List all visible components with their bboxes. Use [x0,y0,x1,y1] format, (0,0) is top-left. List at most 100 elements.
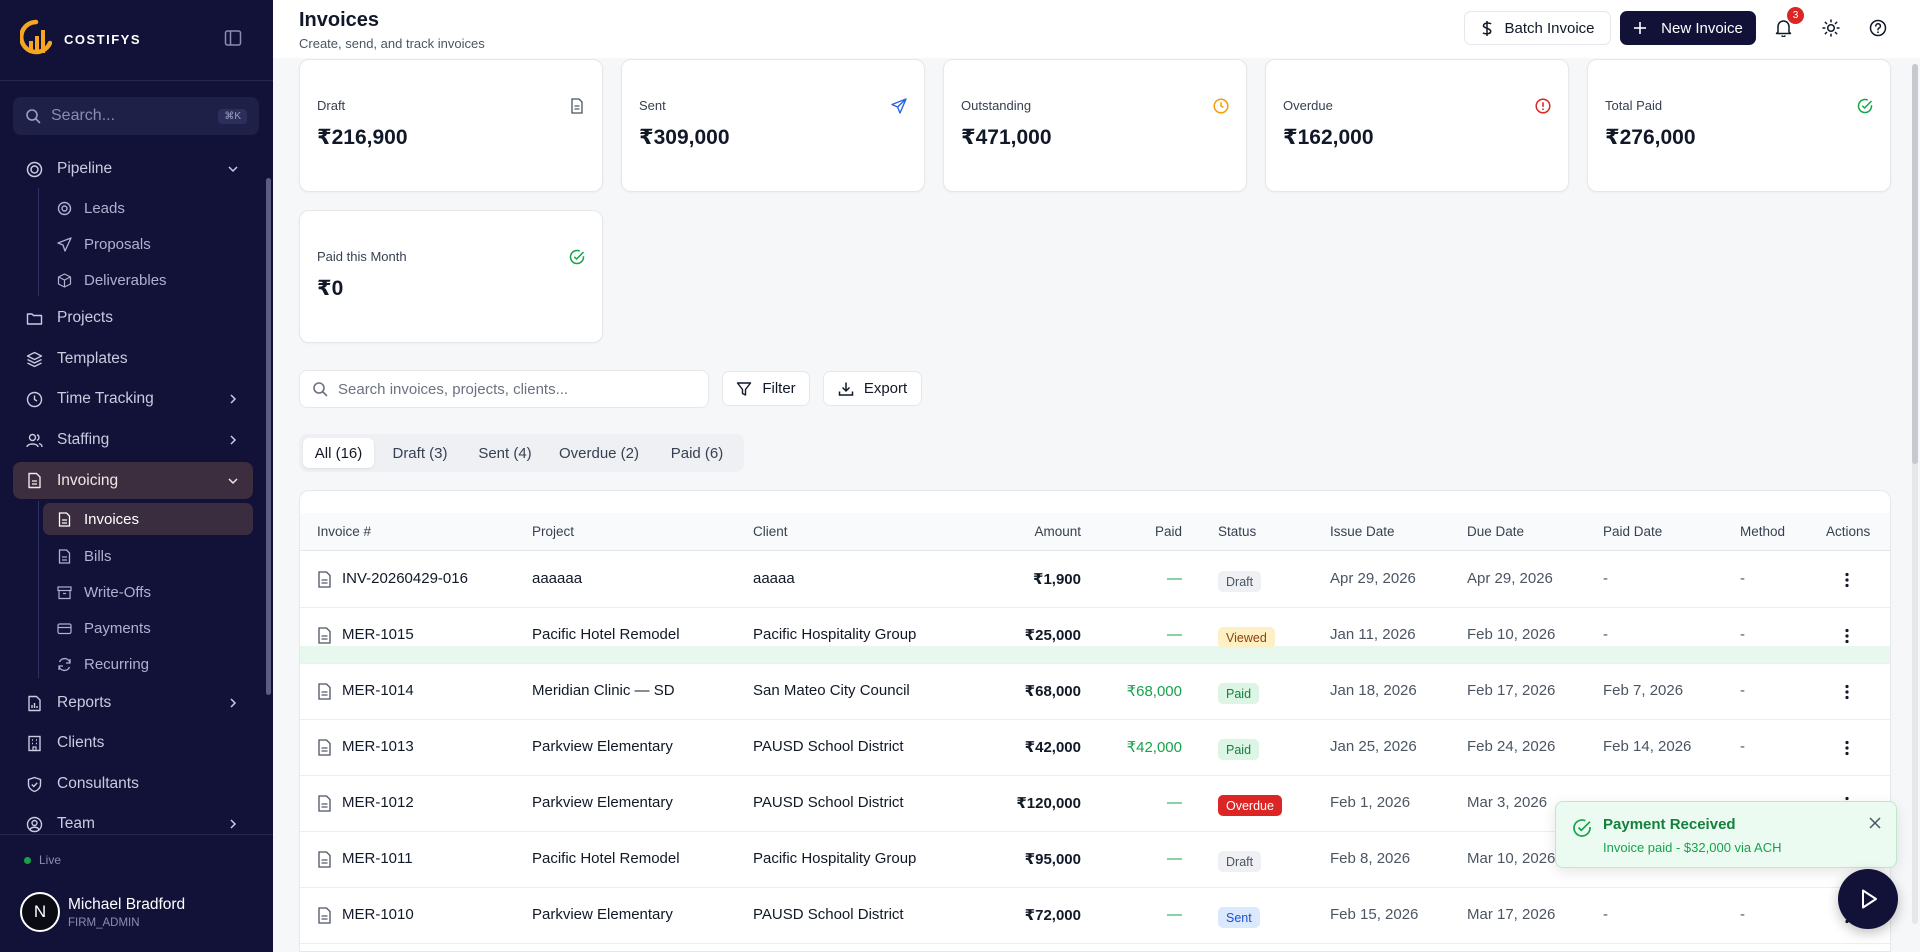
sidebar-item-templates[interactable]: Templates [13,341,253,377]
clock-icon [1213,98,1229,114]
amount-cell: ₹25,000 [1024,627,1081,644]
status-badge: Paid [1218,683,1260,704]
column-header[interactable]: Amount [1034,524,1081,539]
more-vertical-icon[interactable] [1839,683,1855,701]
sidebar-item-clients[interactable]: Clients [13,725,253,761]
paid-cell: ₹68,000 [1126,683,1182,700]
chevron-right-icon [230,819,237,829]
sidebar-item-label: Reports [57,694,112,711]
paid-cell: — [1167,850,1182,867]
column-header[interactable]: Client [753,524,788,539]
filter-button[interactable]: Filter [722,371,810,406]
file-icon [571,98,583,114]
sidebar-item-invoices[interactable]: Invoices [43,503,253,535]
export-button[interactable]: Export [823,371,922,406]
tab-overdue[interactable]: Overdue (2) [549,438,649,468]
tab-draft[interactable]: Draft (3) [379,438,461,468]
sidebar-item-deliverables[interactable]: Deliverables [43,264,253,296]
status-tabs: All (16) Draft (3) Sent (4) Overdue (2) … [299,434,744,472]
stat-card-draft[interactable]: Draft ₹216,900 [299,59,603,192]
app: COSTIFYS Search... ⌘K Pipeline Leads Pro… [0,0,1920,952]
sidebar-item-reports[interactable]: Reports [13,685,253,721]
sidebar: COSTIFYS Search... ⌘K Pipeline Leads Pro… [0,0,273,952]
table-row[interactable]: MER-1015 Pacific Hotel Remodel Pacific Hos… [300,608,1890,664]
sidebar-search[interactable]: Search... ⌘K [13,97,259,135]
sidebar-item-label: Projects [57,309,113,326]
main-scrollbar-thumb[interactable] [1912,64,1918,464]
sidebar-item-projects[interactable]: Projects [13,300,253,336]
sidebar-item-label: Leads [84,199,125,217]
column-header: Actions [1826,524,1871,539]
help-button[interactable] [1867,17,1889,39]
invoice-search-input[interactable]: Search invoices, projects, clients... [299,370,709,408]
table-row[interactable]: MER-1013 Parkview Elementary PAUSD School … [300,720,1890,776]
chevron-down-icon [228,166,238,173]
invoice-number: INV-20260429-016 [342,570,468,587]
sidebar-scrollbar[interactable] [266,178,271,695]
sidebar-item-pipeline[interactable]: Pipeline [13,151,253,187]
file-icon [318,683,331,700]
column-header[interactable]: Paid Date [1603,524,1662,539]
due-date-cell: Mar 3, 2026 [1467,794,1548,811]
sidebar-item-recurring[interactable]: Recurring [43,648,253,680]
column-header[interactable]: Method [1740,524,1785,539]
sidebar-item-label: Write-Offs [84,583,151,601]
project-cell: Pacific Hotel Remodel [532,626,680,643]
more-vertical-icon[interactable] [1839,739,1855,757]
sidebar-item-write-offs[interactable]: Write-Offs [43,576,253,608]
new-invoice-button[interactable]: New Invoice [1620,11,1756,45]
sidebar-item-staffing[interactable]: Staffing [13,422,253,458]
sidebar-item-label: Team [57,815,95,832]
column-header[interactable]: Paid [1155,524,1182,539]
card-label: Paid this Month [317,249,407,264]
paid-cell: — [1167,570,1182,587]
column-header[interactable]: Due Date [1467,524,1524,539]
table-row[interactable]: MER-1010 Parkview Elementary PAUSD School … [300,888,1890,944]
column-header[interactable]: Issue Date [1330,524,1395,539]
tab-sent[interactable]: Sent (4) [466,438,544,468]
stat-card-outstanding[interactable]: Outstanding ₹471,000 [943,59,1247,192]
table-row[interactable]: INV-20260429-016 aaaaaa aaaaa ₹1,900— Apr 29… [300,552,1890,608]
theme-toggle-button[interactable] [1820,17,1842,39]
sidebar-item-invoicing[interactable]: Invoicing [13,462,253,499]
play-button[interactable] [1838,869,1898,929]
user-profile[interactable]: N Michael Bradford FIRM_ADMIN [20,892,185,932]
card-value: ₹471,000 [961,126,1052,149]
batch-invoice-button[interactable]: Batch Invoice [1464,11,1611,45]
collapse-sidebar-icon[interactable] [224,29,242,47]
play-icon [1862,889,1877,909]
card-value: ₹216,900 [317,126,408,149]
column-header[interactable]: Invoice # [317,524,371,539]
stat-card-sent[interactable]: Sent ₹309,000 [621,59,925,192]
close-icon[interactable] [1868,816,1882,830]
sidebar-item-consultants[interactable]: Consultants [13,766,253,802]
sidebar-item-time-tracking[interactable]: Time Tracking [13,381,253,417]
paid-cell: — [1167,794,1182,811]
sidebar-item-bills[interactable]: Bills [43,540,253,572]
chevron-right-icon [230,435,237,445]
file-text-icon [58,511,71,527]
sidebar-item-label: Staffing [57,431,110,448]
sidebar-item-leads[interactable]: Leads [43,192,253,224]
tab-paid[interactable]: Paid (6) [655,438,739,468]
more-vertical-icon[interactable] [1839,627,1855,645]
client-cell: PAUSD School District [753,794,904,811]
stat-card-total-paid[interactable]: Total Paid ₹276,000 [1587,59,1891,192]
sidebar-item-proposals[interactable]: Proposals [43,228,253,260]
stat-card-paid-this-month[interactable]: Paid this Month ₹0 [299,210,603,343]
invoice-number: MER-1014 [342,682,414,699]
due-date-cell: Mar 10, 2026 [1467,850,1556,867]
tab-all[interactable]: All (16) [303,438,374,468]
sidebar-item-team[interactable]: Team [13,806,253,842]
more-vertical-icon[interactable] [1839,571,1855,589]
amount-cell: ₹68,000 [1024,683,1081,700]
stat-card-overdue[interactable]: Overdue ₹162,000 [1265,59,1569,192]
table-row[interactable]: MER-1014 Meridian Clinic — SD San Mateo Ci… [300,664,1890,720]
sidebar-item-payments[interactable]: Payments [43,612,253,644]
column-header[interactable]: Status [1218,524,1256,539]
download-icon [838,382,854,396]
user-info: Michael Bradford FIRM_ADMIN [68,896,185,929]
column-header[interactable]: Project [532,524,574,539]
status-badge: Paid [1218,739,1260,760]
brand[interactable]: COSTIFYS [20,19,141,59]
